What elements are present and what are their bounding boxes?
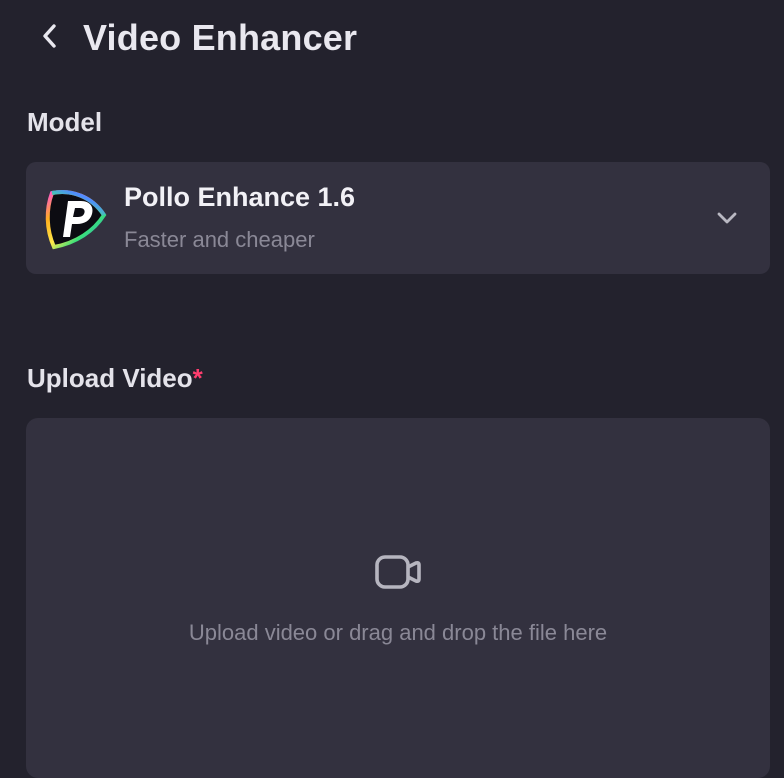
model-name: Pollo Enhance 1.6: [124, 182, 356, 212]
back-button[interactable]: [34, 20, 66, 56]
model-section-label: Model: [27, 107, 103, 137]
upload-section-label: Upload Video*: [27, 362, 203, 394]
required-marker: *: [192, 363, 203, 393]
model-description: Faster and cheaper: [124, 227, 315, 252]
page-title: Video Enhancer: [83, 17, 358, 58]
upload-label-text: Upload Video: [27, 363, 193, 393]
pollo-logo-icon: [42, 185, 110, 251]
upload-dropzone[interactable]: Upload video or drag and drop the file h…: [26, 418, 770, 778]
header: Video Enhancer: [0, 0, 784, 80]
upload-hint-text: Upload video or drag and drop the file h…: [188, 620, 608, 645]
chevron-down-icon[interactable]: [715, 206, 739, 230]
chevron-left-icon: [40, 22, 60, 55]
video-camera-icon: [374, 552, 424, 592]
model-select-dropdown[interactable]: Pollo Enhance 1.6 Faster and cheaper: [26, 162, 770, 274]
